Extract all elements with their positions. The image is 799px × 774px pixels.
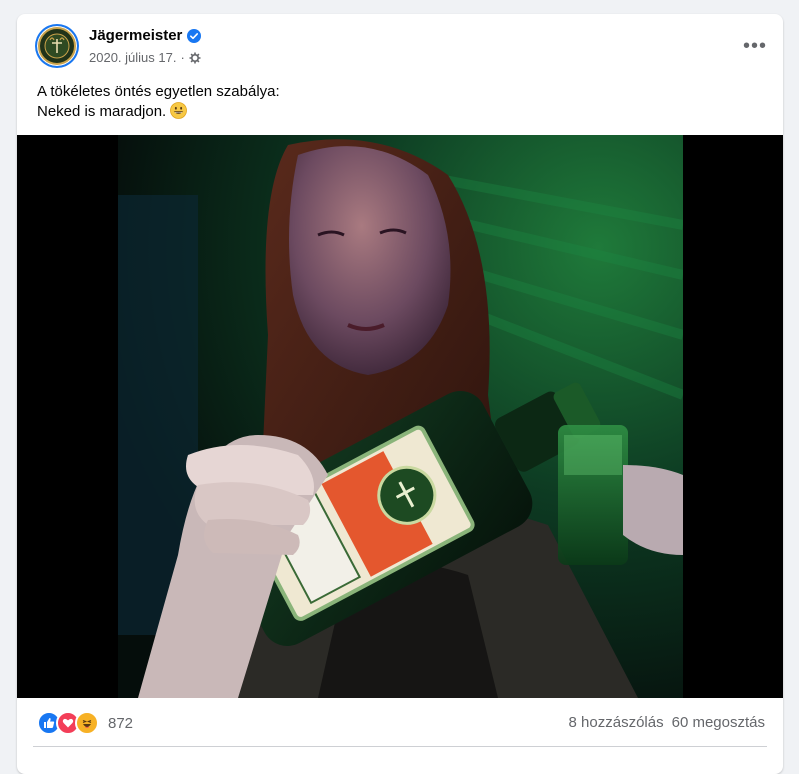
page-avatar[interactable] bbox=[37, 26, 77, 66]
reaction-count[interactable]: 872 bbox=[108, 715, 133, 732]
jagermeister-logo-icon bbox=[38, 27, 76, 65]
post-text-line-2-text: Neked is maradjon. bbox=[37, 103, 167, 120]
post-date[interactable]: 2020. július 17. bbox=[89, 50, 176, 65]
post-text-line-1: A tökéletes öntés egyetlen szabálya: bbox=[37, 83, 280, 100]
verified-badge-icon bbox=[187, 28, 202, 43]
grinning-face-emoji-icon bbox=[170, 102, 188, 119]
reactions-summary[interactable]: 872 bbox=[37, 711, 133, 735]
post-text-line-2: Neked is maradjon. bbox=[37, 102, 280, 122]
post-stats: 8 hozzászólás 60 megosztás bbox=[569, 714, 765, 731]
gear-icon bbox=[189, 52, 201, 63]
post-photo[interactable] bbox=[118, 135, 683, 698]
haha-icon bbox=[75, 711, 99, 735]
shares-count-link[interactable]: 60 megosztás bbox=[672, 714, 765, 731]
footer-divider bbox=[33, 746, 767, 747]
meta-separator: · bbox=[180, 50, 185, 65]
page-name[interactable]: Jägermeister bbox=[89, 27, 182, 44]
comments-count-link[interactable]: 8 hozzászólás bbox=[569, 714, 664, 731]
photo-woman-pouring-jagermeister bbox=[118, 135, 683, 698]
post-footer: 872 8 hozzászólás 60 megosztás bbox=[17, 698, 783, 748]
post-header: Jägermeister 2020. július 17. · ••• bbox=[17, 14, 783, 74]
post-card: Jägermeister 2020. július 17. · ••• A tö… bbox=[17, 14, 783, 774]
post-photo-frame[interactable] bbox=[17, 135, 783, 698]
more-options-button[interactable]: ••• bbox=[739, 30, 771, 62]
post-text: A tökéletes öntés egyetlen szabálya: Nek… bbox=[37, 82, 280, 122]
